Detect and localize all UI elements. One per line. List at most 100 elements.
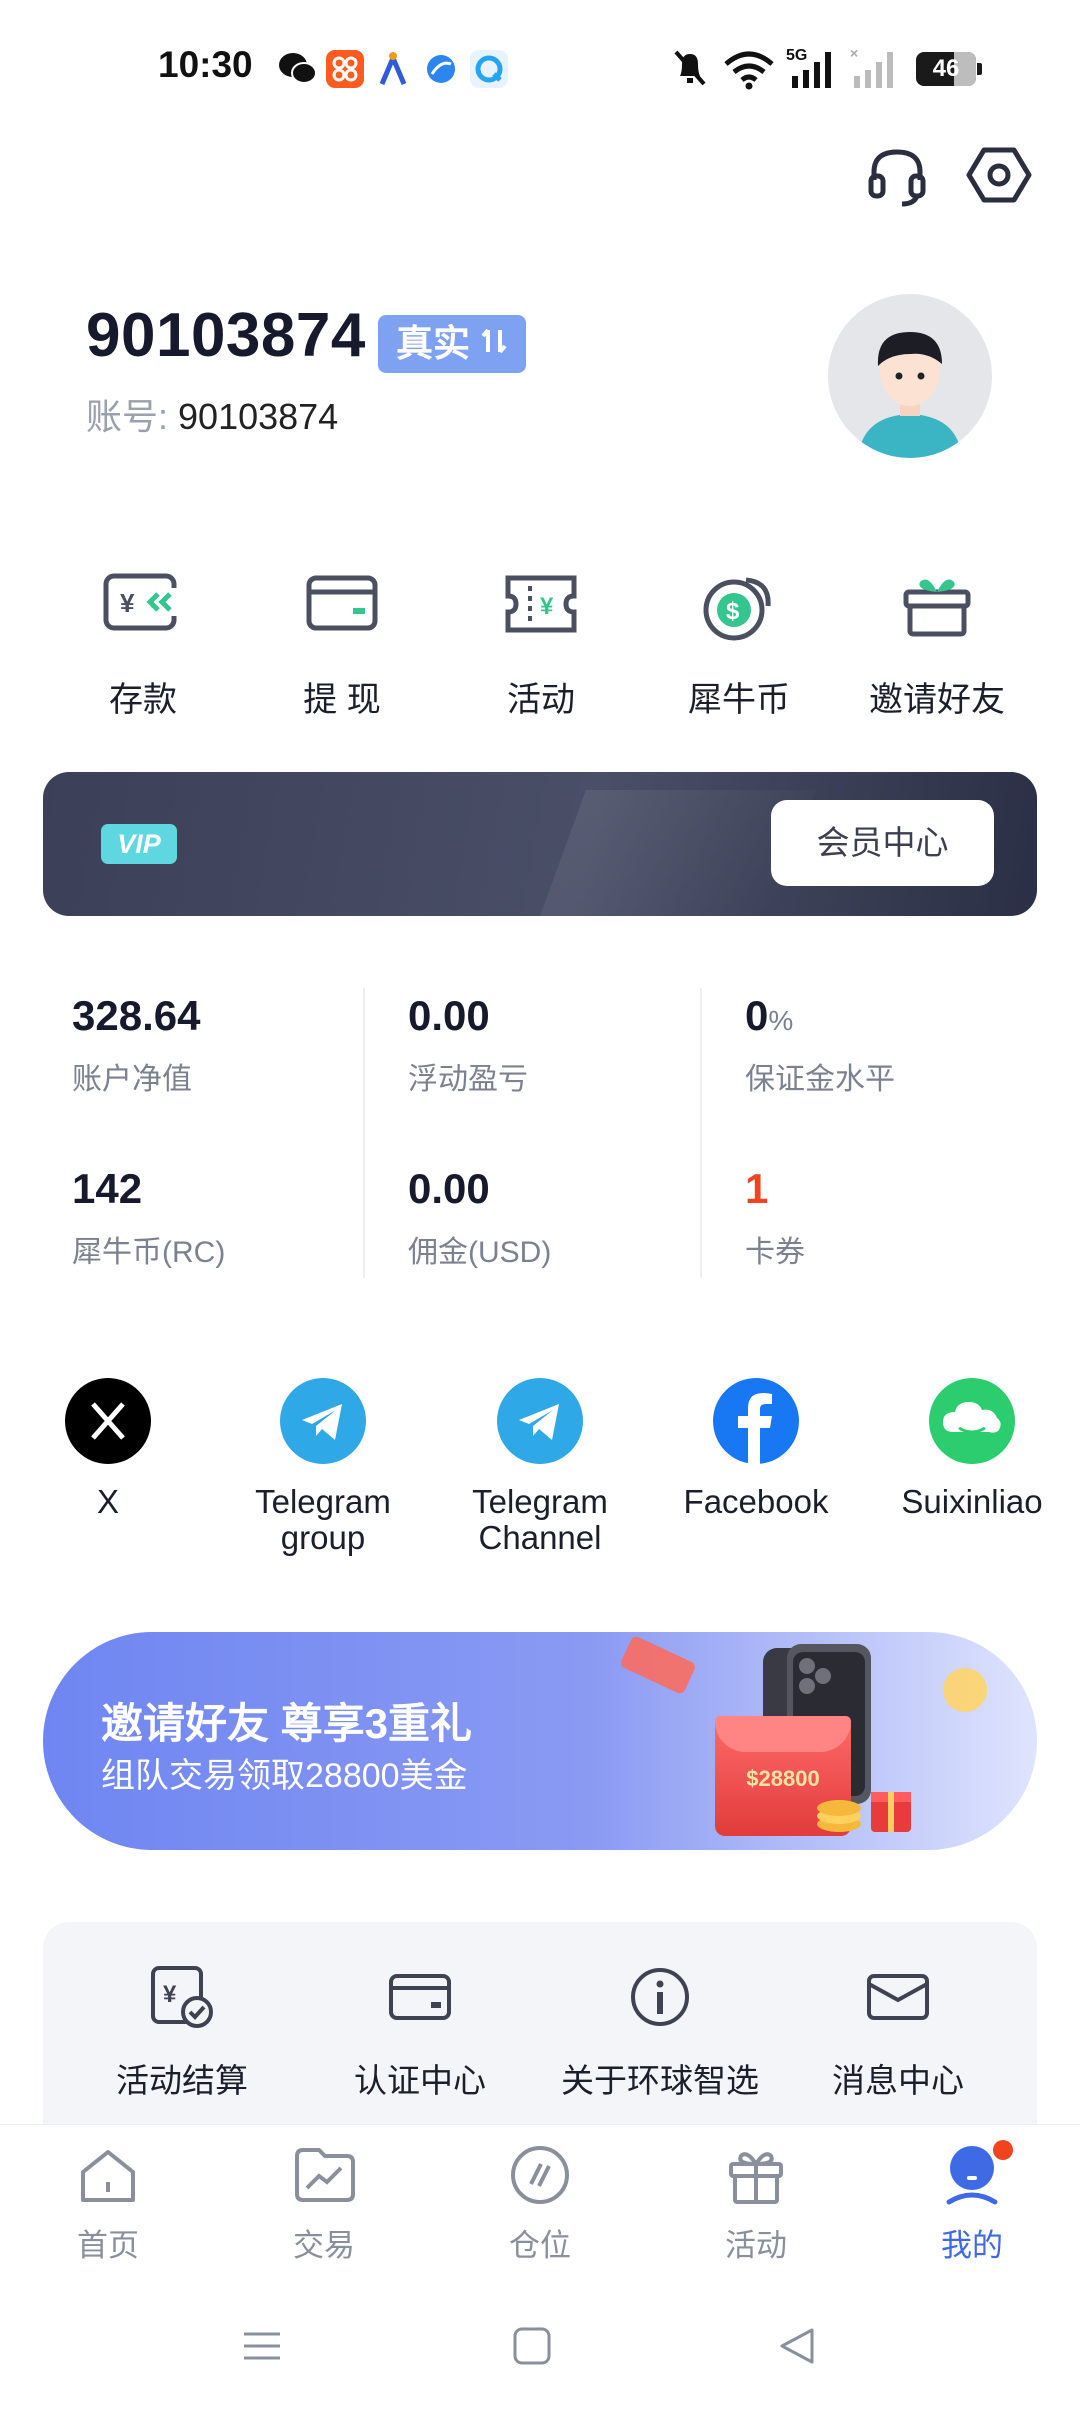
service-verification[interactable]: 认证中心 xyxy=(300,1962,540,2102)
stat-label: 卡券 xyxy=(745,1236,805,1269)
account-value: 90103874 xyxy=(178,396,339,437)
social-telegram-group[interactable]: Telegram group xyxy=(223,1378,423,1556)
tab-label: 交易 xyxy=(293,2228,355,2263)
telegram-icon xyxy=(280,1378,366,1464)
stat-label: 佣金(USD) xyxy=(408,1236,552,1269)
settings-icon[interactable] xyxy=(964,140,1034,210)
stat-label: 保证金水平 xyxy=(745,1063,895,1096)
card-icon xyxy=(385,1962,455,2032)
quick-action-invite[interactable]: 邀请好友 xyxy=(837,560,1037,721)
quick-action-label: 活动 xyxy=(507,681,575,719)
svg-text:¥: ¥ xyxy=(163,1981,177,2008)
vip-card[interactable]: VIP 会员中心 xyxy=(43,772,1037,916)
social-label: Telegram Channel xyxy=(472,1483,608,1556)
headset-icon[interactable] xyxy=(862,140,932,210)
svg-text:¥: ¥ xyxy=(540,593,554,620)
tab-label: 我的 xyxy=(941,2228,1003,2263)
service-settlement[interactable]: ¥ 活动结算 xyxy=(62,1962,302,2102)
signal-icon: × xyxy=(850,44,900,90)
menu-icon[interactable] xyxy=(240,2324,284,2368)
battery-level: 46 xyxy=(932,55,960,82)
avatar[interactable] xyxy=(828,294,992,458)
settlement-icon: ¥ xyxy=(147,1962,217,2032)
back-icon[interactable] xyxy=(774,2324,818,2368)
stat-unit: % xyxy=(768,1005,794,1036)
service-about[interactable]: 关于环球智选 xyxy=(540,1962,780,2102)
gift-icon xyxy=(723,2142,789,2208)
divider xyxy=(700,988,702,1278)
trade-chart-icon xyxy=(291,2142,357,2208)
chat-cloud-icon xyxy=(929,1378,1015,1464)
social-label: X xyxy=(96,1483,119,1520)
taobao-icon xyxy=(326,50,364,88)
coin-icon: $ xyxy=(694,560,784,650)
x-icon xyxy=(65,1378,151,1464)
home-button-icon[interactable] xyxy=(510,2324,554,2368)
social-x[interactable]: X xyxy=(8,1378,208,1520)
social-label: Telegram group xyxy=(255,1483,391,1556)
position-icon xyxy=(507,2142,573,2208)
tab-position[interactable]: 仓位 xyxy=(432,2142,648,2265)
mute-icon xyxy=(670,46,710,90)
social-facebook[interactable]: Facebook xyxy=(656,1378,856,1520)
stat-value: 328.64 xyxy=(72,992,201,1039)
svg-text:×: × xyxy=(850,45,858,61)
quick-action-activity[interactable]: ¥ 活动 xyxy=(441,560,641,721)
status-time: 10:30 xyxy=(158,44,253,85)
withdraw-icon xyxy=(297,560,387,650)
svg-text:$: $ xyxy=(726,598,740,625)
quick-action-deposit[interactable]: ¥ 存款 xyxy=(43,560,243,721)
qq-browser-icon xyxy=(470,50,508,88)
social-suixinliao[interactable]: Suixinliao xyxy=(872,1378,1072,1520)
gift-icon xyxy=(892,560,982,650)
tab-trade[interactable]: 交易 xyxy=(216,2142,432,2265)
battery-icon: 46 xyxy=(916,52,982,86)
quick-action-withdraw[interactable]: 提 现 xyxy=(242,560,442,721)
stat-rhino-coin[interactable]: 142 犀牛币(RC) xyxy=(72,1165,225,1271)
service-messages[interactable]: 消息中心 xyxy=(778,1962,1018,2102)
home-icon xyxy=(75,2142,141,2208)
quick-action-label: 存款 xyxy=(109,681,177,719)
wifi-icon xyxy=(724,50,774,90)
svg-text:¥: ¥ xyxy=(120,588,135,618)
stat-value: 0.00 xyxy=(408,992,490,1039)
tab-label: 首页 xyxy=(77,2228,139,2263)
banner-title: 邀请好友 尊享3重礼 xyxy=(101,1700,473,1747)
stat-coupons[interactable]: 1 卡券 xyxy=(745,1165,805,1271)
tab-activity[interactable]: 活动 xyxy=(648,2142,864,2265)
browser-icon xyxy=(422,50,460,88)
signal-5g-icon: 5G xyxy=(786,44,842,90)
stat-value: 0.00 xyxy=(408,1165,490,1212)
quick-action-label: 犀牛币 xyxy=(688,681,790,719)
member-center-button[interactable]: 会员中心 xyxy=(771,800,994,886)
mail-icon xyxy=(863,1962,933,2032)
stat-label: 浮动盈亏 xyxy=(408,1063,528,1096)
tab-mine[interactable]: 我的 xyxy=(864,2140,1080,2265)
account-type-badge[interactable]: 真实 xyxy=(378,315,526,373)
activity-ticket-icon: ¥ xyxy=(496,560,586,650)
tab-home[interactable]: 首页 xyxy=(0,2142,216,2265)
gold-coin-decoration xyxy=(943,1668,987,1712)
invite-banner[interactable]: 邀请好友 尊享3重礼 组队交易领取28800美金 $28800 xyxy=(43,1632,1037,1850)
quick-action-label: 提 现 xyxy=(303,681,381,719)
facebook-icon xyxy=(713,1378,799,1464)
switch-icon xyxy=(480,315,508,373)
social-label: Suixinliao xyxy=(901,1483,1043,1520)
svg-text:5G: 5G xyxy=(786,47,807,64)
account-number: 账号: 90103874 xyxy=(86,388,338,440)
wechat-icon xyxy=(278,50,318,88)
coins-illustration xyxy=(809,1770,929,1840)
quick-action-rhino-coin[interactable]: $ 犀牛币 xyxy=(639,560,839,721)
stat-commission[interactable]: 0.00 佣金(USD) xyxy=(408,1165,551,1271)
notification-dot xyxy=(993,2140,1013,2160)
service-label: 活动结算 xyxy=(116,2062,248,2099)
quick-action-label: 邀请好友 xyxy=(869,681,1005,719)
social-label: Facebook xyxy=(683,1483,829,1520)
stat-margin-level: 0% 保证金水平 xyxy=(745,992,895,1098)
system-nav-bar xyxy=(0,2284,1080,2412)
stat-value: 1 xyxy=(745,1165,769,1212)
social-telegram-channel[interactable]: Telegram Channel xyxy=(440,1378,640,1556)
tab-label: 仓位 xyxy=(509,2228,571,2263)
stat-value: 142 xyxy=(72,1165,143,1212)
card-decoration xyxy=(619,1634,697,1696)
